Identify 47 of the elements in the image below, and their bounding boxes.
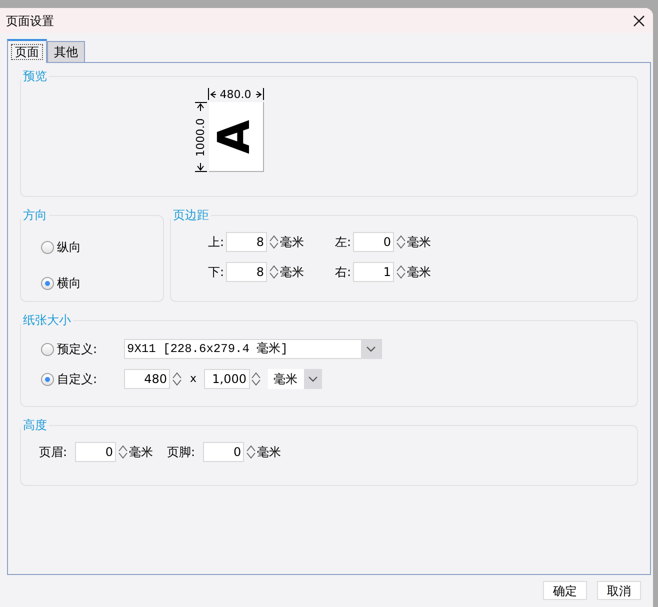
radio-button[interactable]: [41, 240, 54, 254]
unit-label: 毫米: [407, 234, 431, 251]
group-title: 预览: [22, 68, 48, 85]
unit-dropdown[interactable]: 毫米: [268, 369, 322, 389]
field-label: 左:: [334, 234, 352, 251]
unit-label: 毫米: [129, 444, 154, 461]
number-field[interactable]: 480: [124, 369, 170, 389]
caret-icon: [308, 376, 318, 382]
unit-label: 毫米: [280, 234, 304, 251]
group-title: 高度: [22, 417, 48, 434]
tab[interactable]: 页面: [7, 39, 47, 63]
radio-button[interactable]: [41, 276, 54, 290]
radio-label: 纵向: [57, 239, 81, 256]
number-field[interactable]: 0: [203, 442, 244, 462]
number-field[interactable]: 0: [75, 442, 116, 462]
sample-letter: A: [214, 119, 258, 154]
field-label: 页脚:: [167, 444, 196, 461]
window-title: 页面设置: [6, 12, 54, 30]
radio-button[interactable]: [41, 342, 54, 356]
unit-label: 毫米: [407, 264, 431, 281]
height-label: 1000.0: [195, 118, 206, 156]
times-sign: x: [189, 370, 198, 387]
tab[interactable]: 其他: [47, 41, 85, 62]
number-field[interactable]: 1: [353, 262, 394, 282]
dialog-button[interactable]: 取消: [597, 581, 641, 600]
dialog-button[interactable]: 确定: [543, 581, 587, 600]
group-title: 方向: [22, 207, 48, 224]
radio-label: 横向: [57, 275, 81, 292]
group-title: 页边距: [172, 207, 210, 224]
radio-label: 预定义:: [57, 341, 98, 358]
unit-label: 毫米: [257, 444, 282, 461]
radio-label: 自定义:: [57, 371, 98, 388]
caret-icon: [366, 346, 376, 352]
field-label: 上:: [206, 234, 225, 251]
width-label: 480.0: [220, 88, 252, 100]
number-field[interactable]: 8: [226, 262, 267, 282]
field-label: 页眉:: [39, 444, 68, 461]
paper-dropdown[interactable]: 9X11 [228.6x279.4 毫米]: [124, 339, 382, 359]
unit-label: 毫米: [280, 264, 304, 281]
close-icon[interactable]: [633, 14, 645, 26]
radio-button[interactable]: [41, 372, 54, 386]
field-label: 下:: [206, 264, 225, 281]
number-field[interactable]: 0: [353, 232, 394, 252]
group-title: 纸张大小: [22, 312, 72, 329]
number-field[interactable]: 1,000: [204, 369, 250, 389]
number-field[interactable]: 8: [226, 232, 267, 252]
field-label: 右:: [334, 264, 352, 281]
